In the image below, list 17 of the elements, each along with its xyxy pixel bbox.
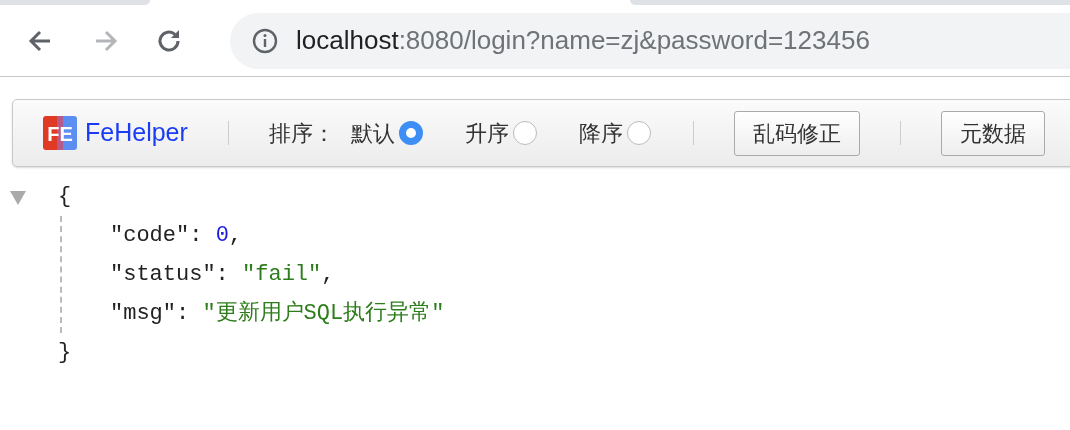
- radio-button[interactable]: [512, 121, 537, 145]
- info-icon[interactable]: [252, 27, 278, 54]
- json-brace: {: [58, 183, 73, 211]
- sort-label: 排序：: [268, 119, 335, 148]
- json-brace: }: [58, 339, 73, 367]
- json-line: "code": 0,: [110, 222, 244, 250]
- sort-option-label[interactable]: 升序: [464, 116, 509, 150]
- radio-button[interactable]: [398, 121, 423, 145]
- collapse-triangle-icon[interactable]: [10, 191, 26, 205]
- json-line: "msg": "更新用户SQL执行异常": [110, 299, 445, 328]
- json-line: "status": "fail",: [110, 261, 336, 289]
- radio-button[interactable]: [626, 121, 651, 145]
- app-name: FeHelper: [85, 117, 188, 149]
- sort-option-label[interactable]: 降序: [578, 116, 623, 150]
- toolbar-button[interactable]: 元数据: [940, 110, 1045, 156]
- sort-option-label[interactable]: 默认: [350, 116, 395, 150]
- toolbar-button[interactable]: 乱码修正: [733, 110, 860, 156]
